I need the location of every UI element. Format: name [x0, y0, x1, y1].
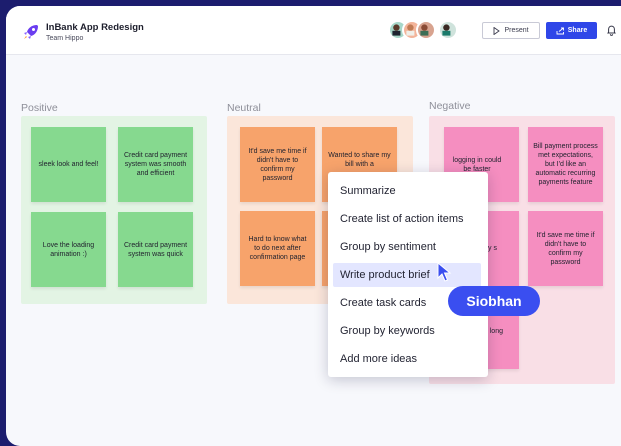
column-title-negative: Negative	[429, 100, 471, 112]
ai-actions-menu: Summarize Create list of action items Gr…	[328, 172, 488, 377]
column-title-neutral: Neutral	[227, 102, 261, 114]
share-button[interactable]: Share	[546, 22, 597, 39]
sticky-note[interactable]: It'd save me time if didn't have to conf…	[528, 211, 603, 286]
menu-item-add-more-ideas[interactable]: Add more ideas	[333, 347, 481, 371]
sticky-note[interactable]: It'd save me time if didn't have to conf…	[240, 127, 315, 202]
rocket-icon	[24, 25, 38, 39]
play-icon	[493, 26, 501, 35]
menu-item-summarize[interactable]: Summarize	[333, 179, 481, 203]
present-button[interactable]: Present	[482, 22, 540, 39]
team-name: Team Hippo	[46, 35, 84, 42]
app-title: InBank App Redesign	[46, 22, 144, 33]
sticky-note[interactable]: sleek look and feel!	[31, 127, 106, 202]
top-bar: InBank App Redesign Team Hippo Present S…	[6, 6, 621, 55]
cursor-icon	[437, 262, 452, 282]
share-icon	[556, 27, 564, 34]
share-label: Share	[567, 27, 588, 34]
bell-icon[interactable]	[606, 24, 617, 36]
sticky-note[interactable]: Bill payment process met expectations, b…	[528, 127, 603, 202]
present-label: Present	[504, 27, 529, 34]
sticky-note[interactable]: Credit card payment system was quick	[118, 212, 193, 287]
sticky-note[interactable]: Credit card payment system was smooth an…	[118, 127, 193, 202]
menu-item-group-by-keywords[interactable]: Group by keywords	[333, 319, 481, 343]
avatar[interactable]	[438, 20, 458, 40]
menu-item-group-by-sentiment[interactable]: Group by sentiment	[333, 235, 481, 259]
menu-item-write-product-brief[interactable]: Write product brief	[333, 263, 481, 287]
collaborator-cursor-label: Siobhan	[448, 286, 540, 316]
column-title-positive: Positive	[21, 102, 58, 114]
sticky-note[interactable]: Hard to know what to do next after confi…	[240, 211, 315, 286]
avatar[interactable]	[416, 20, 436, 40]
app-window: InBank App Redesign Team Hippo Present S…	[6, 6, 621, 446]
menu-item-action-items[interactable]: Create list of action items	[333, 207, 481, 231]
sticky-note[interactable]: Love the loading animation :)	[31, 212, 106, 287]
